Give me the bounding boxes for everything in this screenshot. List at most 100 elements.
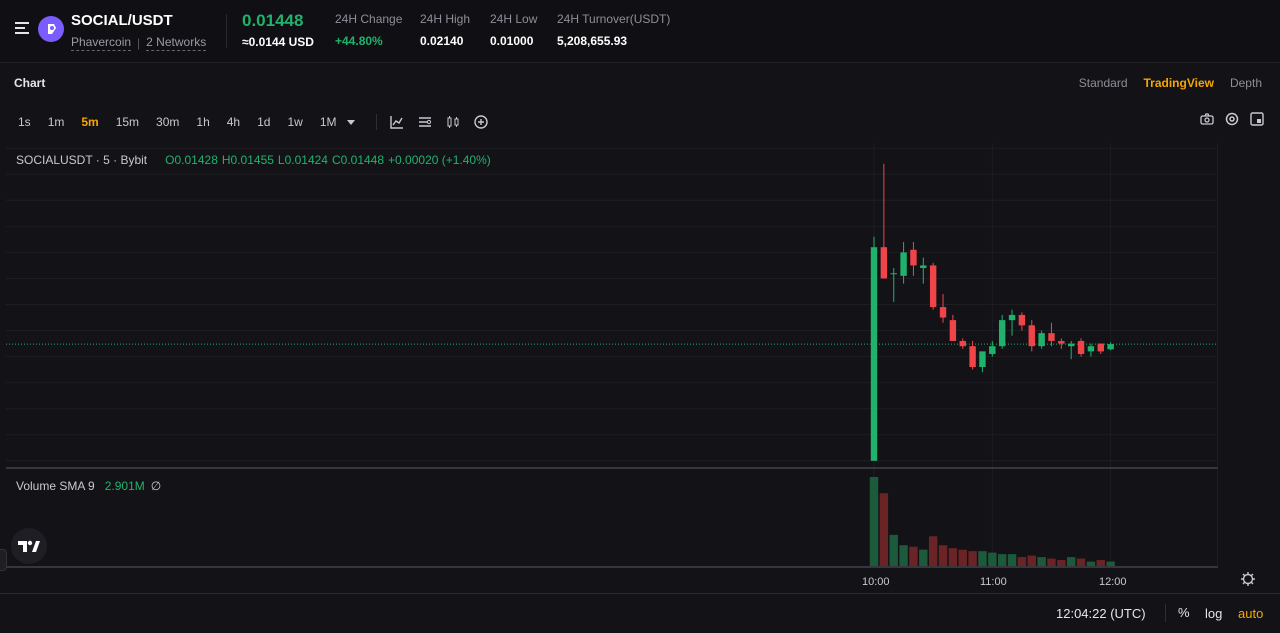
tradingview-logo-icon[interactable]: [11, 528, 47, 564]
candle-body: [880, 247, 888, 279]
percent-scale-toggle[interactable]: %: [1178, 605, 1190, 620]
menu-icon[interactable]: [15, 21, 29, 35]
volume-bar: [968, 551, 977, 566]
volume-bar: [1057, 560, 1066, 566]
timeframe-4h[interactable]: 4h: [227, 115, 240, 129]
candle-body: [929, 265, 937, 308]
last-price-usd: ≈0.0144 USD: [242, 35, 314, 49]
volume-bar: [889, 534, 898, 566]
volume-bar: [997, 554, 1007, 566]
view-standard[interactable]: Standard: [1079, 76, 1128, 90]
timeframe-1w[interactable]: 1w: [287, 115, 302, 129]
log-scale-toggle[interactable]: log: [1205, 606, 1222, 621]
candle-body: [910, 249, 917, 266]
timeframe-30m[interactable]: 30m: [156, 115, 179, 129]
volume-bar: [928, 536, 938, 566]
volume-bar: [1007, 554, 1017, 566]
stat-24h-change: 24H Change +44.80%: [335, 12, 402, 48]
price-chart[interactable]: 0.022000.021000.020000.019000.018000.017…: [6, 143, 1218, 568]
candle-body: [1048, 333, 1055, 341]
candle-body: [870, 247, 878, 461]
volume-legend-value: 2.901M: [104, 479, 145, 493]
volume-bar: [1076, 558, 1086, 566]
candle-body: [1097, 343, 1104, 352]
networks-link[interactable]: 2 Networks: [146, 35, 207, 51]
camera-icon[interactable]: [1199, 111, 1215, 127]
volume-bar: [958, 549, 967, 566]
candle-body: [1087, 346, 1095, 352]
volume-legend: Volume SMA 9 2.901M ∅: [16, 479, 161, 493]
indicator-line-icon[interactable]: [389, 114, 405, 130]
timeframe-1s[interactable]: 1s: [18, 115, 31, 129]
candle-body: [969, 346, 976, 368]
axis-settings-icon[interactable]: [1240, 571, 1256, 587]
volume-legend-extra: ∅: [150, 479, 162, 493]
time-label: 10:00: [862, 576, 890, 588]
candle-type-icon[interactable]: [445, 114, 461, 130]
chart-settings-icon[interactable]: [417, 114, 433, 130]
last-price: 0.01448: [242, 11, 304, 30]
stat-24h-low: 24H Low 0.01000: [490, 12, 537, 48]
coin-name-link[interactable]: Phavercoin: [71, 35, 132, 51]
volume-bar: [1067, 557, 1076, 566]
volume-bar: [1027, 555, 1036, 566]
candle-body: [989, 346, 996, 354]
settings-icon[interactable]: [1224, 111, 1240, 127]
legend-spacer: [151, 153, 161, 167]
stat-label: 24H Change: [335, 12, 403, 26]
candle-body: [1107, 344, 1114, 350]
stat-label: 24H Low: [490, 12, 538, 26]
volume-bar: [899, 545, 908, 566]
timeframe-5m[interactable]: 5m: [81, 115, 98, 129]
timeframe-1h[interactable]: 1h: [196, 115, 209, 129]
timeframe-1M[interactable]: 1M: [320, 115, 337, 129]
time-label: 11:00: [980, 576, 1007, 588]
stat-value: 0.02140: [420, 34, 464, 48]
volume-bar: [938, 545, 948, 566]
volume-legend-label: Volume SMA 9: [16, 479, 95, 493]
candle-body: [949, 320, 957, 341]
add-indicator-icon[interactable]: [473, 114, 489, 130]
candle-body: [1008, 314, 1016, 321]
timeframe-15m[interactable]: 15m: [116, 115, 139, 129]
candle-body: [1068, 343, 1075, 347]
candle-body: [1058, 340, 1065, 344]
view-depth[interactable]: Depth: [1230, 76, 1262, 90]
trading-pair[interactable]: SOCIAL/USDT: [71, 12, 173, 29]
timeframe-1m[interactable]: 1m: [48, 115, 65, 129]
timeframe-dropdown-icon[interactable]: [346, 114, 356, 130]
chart-panel: Chart Standard TradingView Depth 1s 1m 5…: [0, 62, 1280, 633]
chart-view-switch: Standard TradingView Depth: [1079, 76, 1262, 90]
legend-open: O0.01428: [165, 153, 218, 167]
candle-body: [939, 307, 947, 318]
candle-body: [1077, 340, 1085, 354]
utc-clock[interactable]: 12:04:22 (UTC): [1056, 606, 1146, 621]
legend-close: C0.01448: [331, 153, 385, 167]
legend-high: H0.01455: [221, 153, 274, 167]
volume-bar: [1017, 557, 1027, 566]
fullscreen-icon[interactable]: [1249, 111, 1265, 127]
stat-label: 24H High: [420, 12, 471, 26]
candle-body: [1028, 325, 1035, 347]
chart-title: Chart: [14, 76, 46, 90]
candle-body: [959, 340, 966, 347]
footer-divider: [1165, 604, 1166, 622]
ticker-header: SOCIAL/USDT Phavercoin | 2 Networks 0.01…: [0, 0, 1280, 60]
toolbar-divider: [376, 114, 378, 130]
candle-body: [1018, 314, 1026, 326]
candle-body: [1038, 333, 1045, 347]
stat-value: 0.01000: [490, 34, 534, 48]
timeframe-1d[interactable]: 1d: [257, 115, 270, 129]
time-axis: 10:00 11:00 12:00: [0, 568, 1280, 592]
stat-value: 5,208,655.93: [557, 34, 628, 48]
time-label: 12:00: [1099, 576, 1127, 588]
volume-bar: [1096, 560, 1105, 566]
chart-right-tools: [1199, 111, 1265, 127]
view-tradingview[interactable]: TradingView: [1144, 76, 1214, 90]
chart-toolbar: 1s 1m 5m 15m 30m 1h 4h 1d 1w 1M: [0, 111, 1280, 133]
auto-scale-toggle[interactable]: auto: [1238, 606, 1263, 621]
stat-24h-turnover: 24H Turnover(USDT) 5,208,655.93: [557, 12, 670, 48]
stat-value: +44.80%: [335, 34, 383, 48]
volume-bar: [948, 548, 958, 566]
volume-bar: [869, 476, 879, 566]
